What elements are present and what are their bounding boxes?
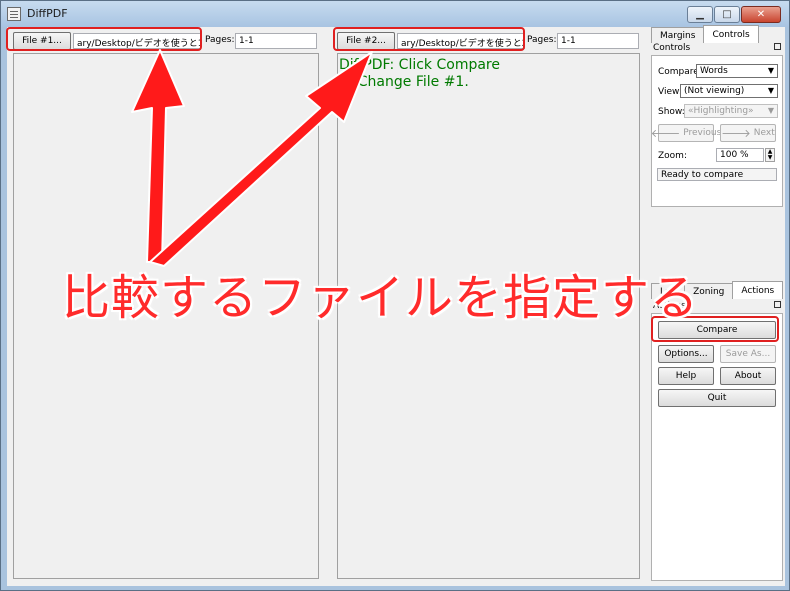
arrow-to-file1 xyxy=(131,49,185,263)
annotation-text: 比較するファイルを指定する xyxy=(62,270,700,326)
arrow-to-file2 xyxy=(149,51,373,267)
